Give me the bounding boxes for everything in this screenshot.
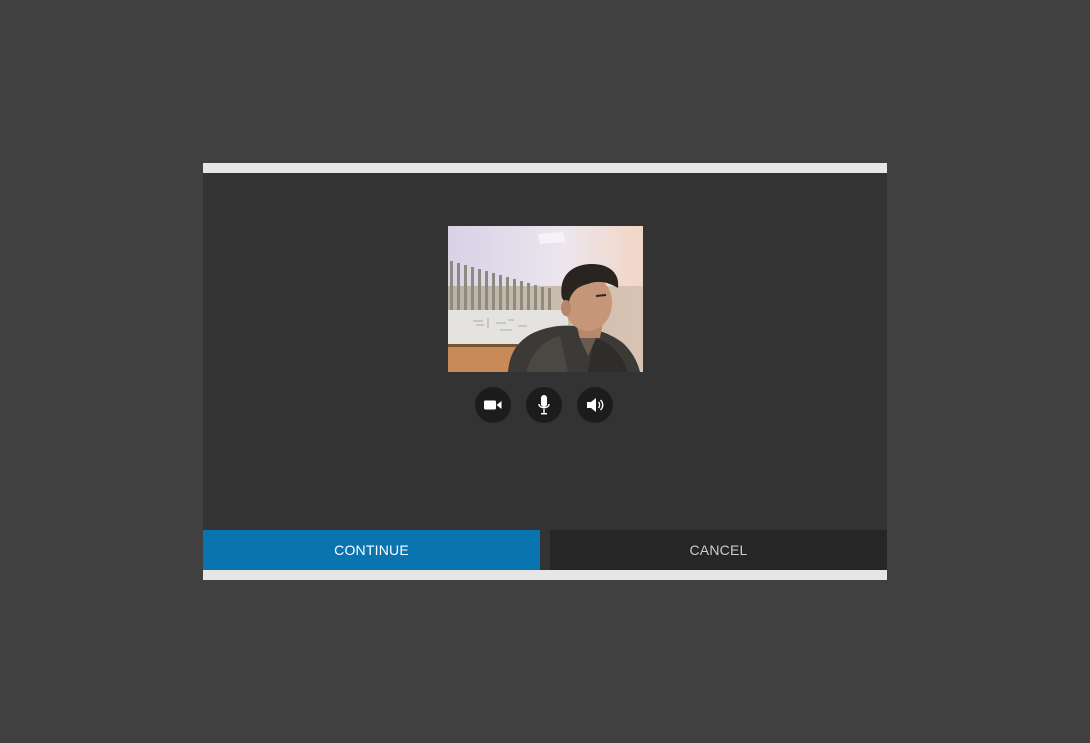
camera-preview <box>448 226 643 372</box>
continue-button-label: CONTINUE <box>334 542 409 558</box>
cancel-button[interactable]: CANCEL <box>550 530 887 570</box>
dialog-footer: CONTINUE CANCEL <box>203 530 887 570</box>
microphone-toggle-button[interactable] <box>526 387 562 423</box>
camera-toggle-button[interactable] <box>475 387 511 423</box>
av-setup-dialog: CONTINUE CANCEL <box>203 163 887 580</box>
camera-preview-image <box>448 226 643 372</box>
continue-button[interactable]: CONTINUE <box>203 530 540 570</box>
dialog-body <box>203 173 887 530</box>
speaker-icon <box>587 398 604 412</box>
video-camera-icon <box>484 400 502 410</box>
media-controls <box>475 387 613 423</box>
microphone-icon <box>538 395 550 415</box>
cancel-button-label: CANCEL <box>689 542 748 558</box>
speaker-toggle-button[interactable] <box>577 387 613 423</box>
